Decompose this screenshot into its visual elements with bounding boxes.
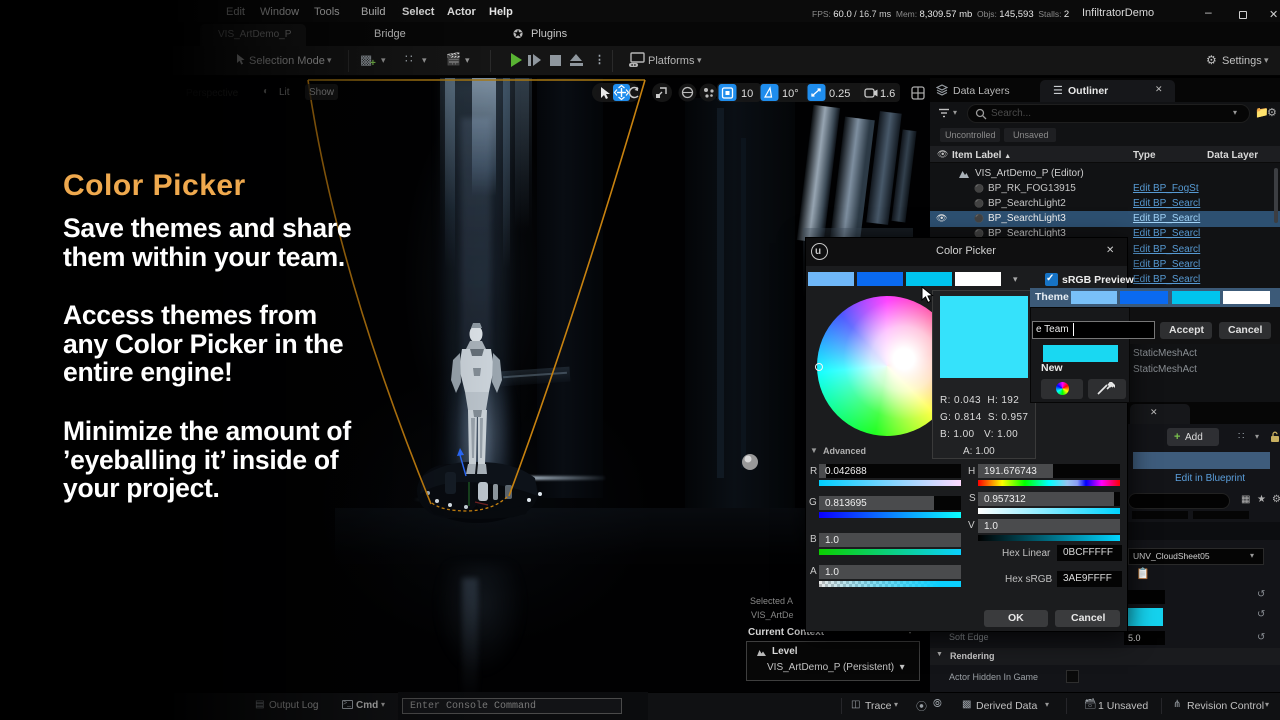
svg-text:10°: 10° [782,88,799,100]
svg-text:0.25: 0.25 [829,88,850,100]
svg-text:1.6: 1.6 [880,88,895,100]
svg-text:10: 10 [741,88,753,100]
